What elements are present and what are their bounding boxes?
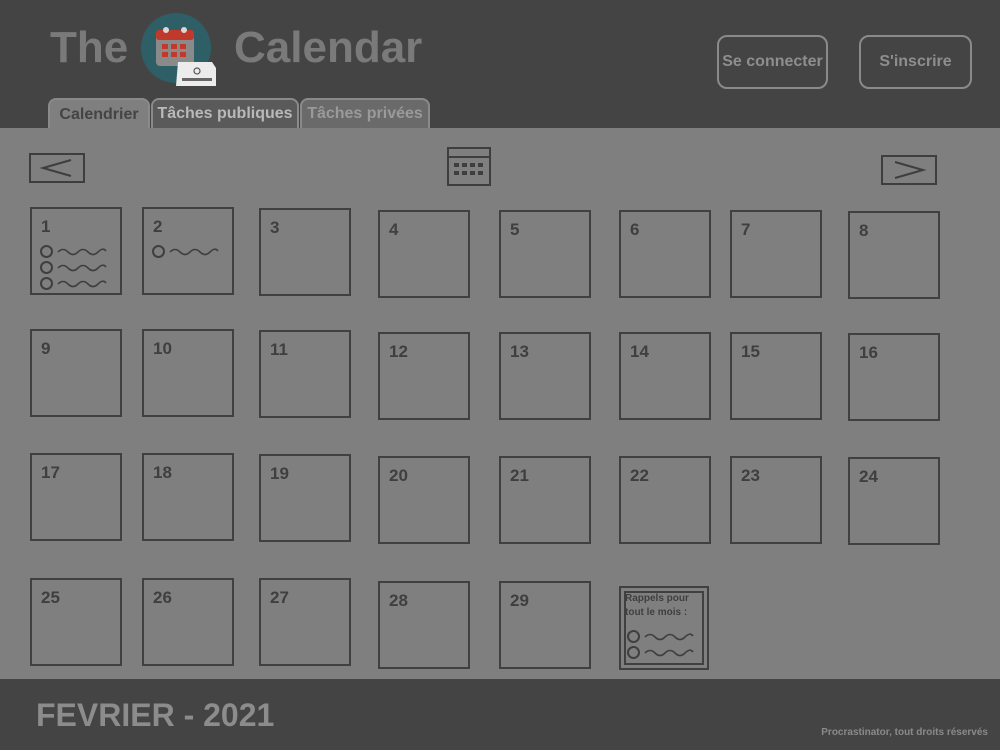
reminder-title: Rappels pour tout le mois :	[625, 593, 689, 618]
task-text-scribble	[57, 280, 107, 288]
day-number: 11	[270, 340, 288, 359]
task-item[interactable]	[152, 243, 219, 259]
day-number: 8	[859, 221, 869, 240]
day-number: 1	[41, 217, 51, 236]
day-cell[interactable]: 12	[378, 332, 470, 420]
day-cell[interactable]: 17	[30, 453, 122, 541]
day-cell[interactable]: 4	[378, 210, 470, 298]
task-text-scribble	[169, 248, 219, 256]
copyright-text: Procrastinator, tout droits réservés	[821, 727, 988, 738]
task-text-scribble	[57, 248, 107, 256]
day-number: 19	[270, 464, 289, 483]
task-item[interactable]	[40, 275, 107, 291]
day-cell[interactable]: 26	[142, 578, 234, 666]
tab-taches-publiques[interactable]: Tâches publiques	[151, 98, 299, 128]
calendar-logo-icon	[140, 12, 218, 92]
header: The Calendar Se connecter S'inscrire Cal…	[0, 0, 1000, 130]
day-cell[interactable]: 18	[142, 453, 234, 541]
task-item[interactable]	[40, 259, 107, 275]
day-cell[interactable]: 14	[619, 332, 711, 420]
day-cell[interactable]: 16	[848, 333, 940, 421]
day-task-list	[40, 243, 107, 291]
day-number: 4	[389, 220, 399, 239]
day-number: 2	[153, 217, 163, 236]
app-title-right: Calendar	[234, 23, 423, 72]
day-cell[interactable]: 9	[30, 329, 122, 417]
day-cell[interactable]: 10	[142, 329, 234, 417]
day-number: 23	[741, 466, 760, 485]
login-button[interactable]: Se connecter	[717, 35, 828, 89]
day-task-list	[152, 243, 219, 259]
day-number: 16	[859, 343, 878, 362]
reminder-task-list	[627, 628, 694, 660]
signup-button[interactable]: S'inscrire	[859, 35, 972, 89]
day-number: 12	[389, 342, 408, 361]
calendar-view-button[interactable]	[447, 147, 492, 187]
radio-circle-icon	[40, 260, 53, 274]
day-number: 26	[153, 588, 172, 607]
radio-circle-icon	[627, 645, 640, 659]
day-cell[interactable]: 5	[499, 210, 591, 298]
task-item[interactable]	[40, 243, 107, 259]
day-cell[interactable]: 7	[730, 210, 822, 298]
day-number: 21	[510, 466, 529, 485]
task-text-scribble	[644, 633, 694, 641]
radio-circle-icon	[627, 629, 640, 643]
day-cell[interactable]: 15	[730, 332, 822, 420]
day-number: 14	[630, 342, 649, 361]
current-month-label: FEVRIER - 2021	[36, 697, 275, 733]
task-text-scribble	[644, 649, 694, 657]
radio-circle-icon	[40, 276, 53, 290]
day-number: 28	[389, 591, 408, 610]
day-number: 25	[41, 588, 60, 607]
day-cell[interactable]: 2	[142, 207, 234, 295]
day-cell[interactable]: 11	[259, 330, 351, 418]
day-number: 5	[510, 220, 520, 239]
day-number: 13	[510, 342, 529, 361]
day-cell[interactable]: 20	[378, 456, 470, 544]
task-item[interactable]	[627, 644, 694, 660]
tab-calendrier[interactable]: Calendrier	[48, 98, 150, 130]
day-cell[interactable]: 28	[378, 581, 470, 669]
day-cell[interactable]: 21	[499, 456, 591, 544]
day-cell[interactable]: 19	[259, 454, 351, 542]
day-cell[interactable]: 22	[619, 456, 711, 544]
chevron-left-icon	[39, 159, 72, 177]
calendar-icon	[447, 147, 491, 186]
day-number: 15	[741, 342, 760, 361]
day-number: 24	[859, 467, 878, 486]
day-number: 29	[510, 591, 529, 610]
tab-taches-privees[interactable]: Tâches privées	[300, 98, 430, 128]
day-number: 27	[270, 588, 289, 607]
radio-circle-icon	[40, 244, 53, 258]
day-cell[interactable]: 25	[30, 578, 122, 666]
chevron-right-icon	[894, 161, 927, 179]
prev-month-button[interactable]	[29, 153, 85, 183]
day-cell[interactable]: 13	[499, 332, 591, 420]
day-cell[interactable]: 6	[619, 210, 711, 298]
day-cell[interactable]: 29	[499, 581, 591, 669]
task-text-scribble	[57, 264, 107, 272]
day-cell[interactable]: 8	[848, 211, 940, 299]
day-number: 6	[630, 220, 640, 239]
next-month-button[interactable]	[881, 155, 937, 185]
radio-circle-icon	[152, 244, 165, 258]
day-number: 22	[630, 466, 649, 485]
day-cell[interactable]: 24	[848, 457, 940, 545]
day-cell[interactable]: 1	[30, 207, 122, 295]
footer: FEVRIER - 2021 Procrastinator, tout droi…	[0, 679, 1000, 750]
day-number: 18	[153, 463, 172, 482]
app-title-left: The	[50, 23, 129, 72]
day-number: 3	[270, 218, 280, 237]
day-cell[interactable]: 23	[730, 456, 822, 544]
day-number: 9	[41, 339, 51, 358]
day-number: 20	[389, 466, 408, 485]
task-item[interactable]	[627, 628, 694, 644]
day-number: 17	[41, 463, 60, 482]
day-number: 7	[741, 220, 751, 239]
day-cell[interactable]: 3	[259, 208, 351, 296]
day-cell[interactable]: 27	[259, 578, 351, 666]
day-number: 10	[153, 339, 172, 358]
monthly-reminders[interactable]: Rappels pour tout le mois :	[619, 586, 709, 670]
